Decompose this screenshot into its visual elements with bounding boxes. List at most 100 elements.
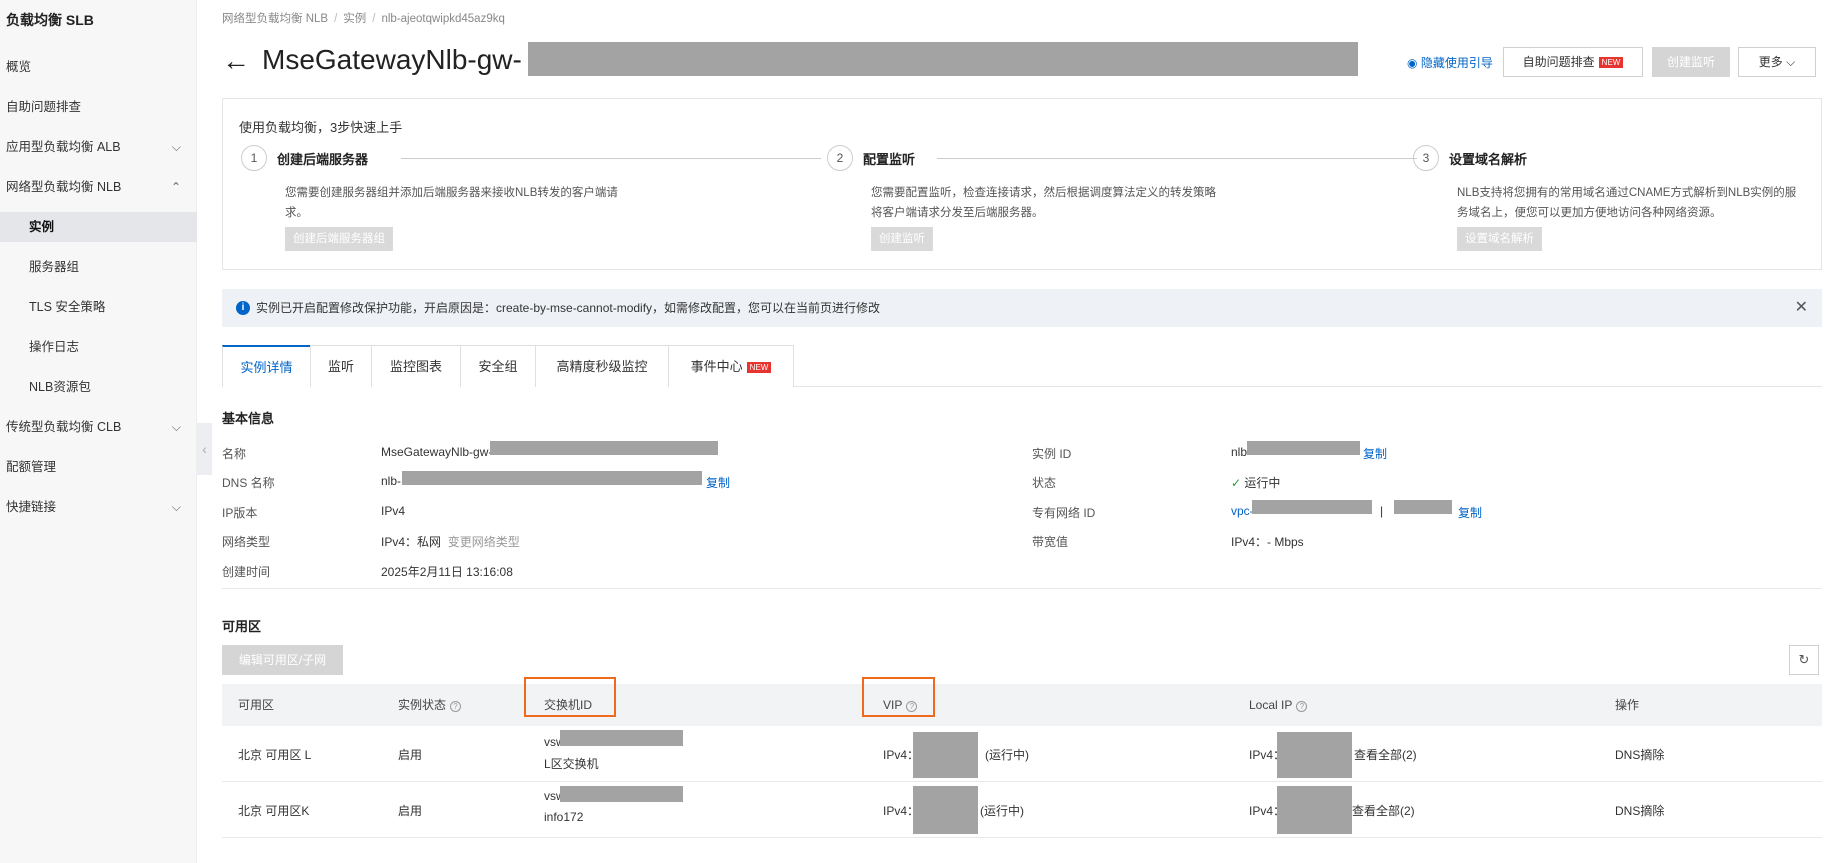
tab-label: 事件中心 (690, 359, 743, 374)
sidebar-item-server-groups[interactable]: 服务器组 (0, 252, 197, 282)
refresh-icon[interactable]: ↻ (1789, 645, 1819, 675)
chevron-down-icon: ⌵ (171, 500, 181, 514)
breadcrumb-instances[interactable]: 实例 (343, 13, 366, 25)
more-dropdown[interactable]: 更多 ⌵ (1738, 47, 1816, 77)
sidebar-item-label: 快捷链接 (6, 500, 57, 514)
zone-cell: 北京 可用区 L (238, 748, 312, 762)
change-network-type-link[interactable]: 变更网络类型 (448, 535, 520, 549)
divider (222, 588, 1822, 589)
eye-icon: ◉ (1407, 56, 1418, 70)
chevron-down-icon: ⌵ (1786, 55, 1796, 69)
view-all-local-ip-link[interactable]: 查看全部(2) (1352, 802, 1415, 819)
hide-guide-link[interactable]: ◉ 隐藏使用引导 (1407, 54, 1493, 71)
breadcrumb-nlb[interactable]: 网络型负载均衡 NLB (222, 13, 328, 25)
breadcrumb-current: nlb-ajeotqwipkd45az9kq (381, 13, 505, 25)
edit-zones-button[interactable]: 编辑可用区/子网 (222, 645, 343, 675)
column-header-zone: 可用区 (238, 698, 275, 712)
tab-high-precision-monitoring[interactable]: 高精度秒级监控 (535, 345, 669, 387)
tab-monitoring-charts[interactable]: 监控图表 (371, 345, 461, 387)
more-label: 更多 (1758, 55, 1783, 69)
view-all-local-ip-link[interactable]: 查看全部(2) (1354, 746, 1417, 763)
ip-version-value: IPv4 (381, 504, 406, 518)
tab-event-center[interactable]: 事件中心 NEW (668, 345, 794, 387)
copy-id-link[interactable]: 复制 (1363, 445, 1387, 462)
zone-cell: 北京 可用区K (238, 804, 310, 818)
network-type-label: 网络类型 (222, 535, 271, 549)
sidebar-item-operation-log[interactable]: 操作日志 (0, 332, 197, 362)
sidebar-collapse-handle[interactable]: ‹ (197, 423, 212, 475)
status-label: 状态 (1032, 476, 1057, 490)
created-value: 2025年2月11日 13:16:08 (381, 565, 513, 579)
vswitch-name: L区交换机 (544, 757, 599, 771)
sidebar: 负载均衡 SLB 概览 自助问题排查 应用型负载均衡 ALB ⌵ 网络型负载均衡 … (0, 0, 197, 863)
network-type-value: IPv4：私网 变更网络类型 (381, 533, 520, 550)
help-icon[interactable]: ? (1296, 701, 1308, 712)
sidebar-item-nlb-package[interactable]: NLB资源包 (0, 372, 197, 402)
main-content: 网络型负载均衡 NLB / 实例 / nlb-ajeotqwipkd45az9kq ← … (222, 0, 1822, 863)
guide-heading: 使用负载均衡，3步快速上手 (239, 120, 403, 135)
sidebar-item-shortcuts[interactable]: 快捷链接 ⌵ (0, 492, 197, 522)
sidebar-item-overview[interactable]: 概览 (0, 52, 197, 82)
back-arrow-icon[interactable]: ← (222, 42, 250, 80)
new-badge: NEW (746, 362, 772, 373)
notice-text: 实例已开启配置修改保护功能，开启原因是：create-by-mse-cannot… (256, 301, 881, 315)
redacted-block (1277, 786, 1352, 834)
highlight-box-vswitch (524, 677, 616, 717)
sidebar-item-nlb[interactable]: 网络型负载均衡 NLB ⌃ (0, 172, 197, 202)
vip-status: (运行中) (980, 804, 1024, 818)
column-header-label: Local IP (1249, 698, 1293, 712)
sidebar-item-label: 实例 (29, 220, 55, 234)
redacted-block (528, 42, 1358, 76)
dns-remove-action[interactable]: DNS摘除 (1615, 746, 1664, 763)
copy-dns-link[interactable]: 复制 (706, 474, 730, 491)
sidebar-item-label: 概览 (6, 60, 32, 74)
step-title: 创建后端服务器 (277, 149, 379, 168)
title-row: ← MseGatewayNlb-gw- ◉ 隐藏使用引导 自助问题排查 NEW 创… (222, 42, 1822, 84)
sidebar-item-clb[interactable]: 传统型负载均衡 CLB ⌵ (0, 412, 197, 442)
redacted-block (560, 786, 683, 802)
set-dns-button[interactable]: 设置域名解析 (1457, 227, 1542, 251)
dns-remove-action[interactable]: DNS摘除 (1615, 802, 1664, 819)
info-icon: i (236, 301, 250, 315)
sidebar-item-instances[interactable]: 实例 (0, 212, 197, 242)
status-text: 运行中 (1244, 476, 1281, 490)
create-listener-button[interactable]: 创建监听 (1652, 47, 1730, 77)
redacted-block (913, 732, 978, 778)
vpc-link[interactable]: vpc- (1231, 504, 1254, 518)
create-listener-guide-button[interactable]: 创建监听 (871, 227, 933, 251)
sidebar-item-label: 网络型负载均衡 NLB (6, 180, 122, 194)
name-value: MseGatewayNlb-gw- (381, 445, 493, 459)
sidebar-item-alb[interactable]: 应用型负载均衡 ALB ⌵ (0, 132, 197, 162)
close-icon[interactable]: ✕ (1795, 289, 1808, 327)
page-title: MseGatewayNlb-gw- (262, 44, 522, 75)
redacted-block (913, 786, 978, 834)
step-number: 1 (241, 145, 267, 171)
ip-version-label: IP版本 (222, 506, 258, 520)
sidebar-item-quota[interactable]: 配额管理 (0, 452, 197, 482)
chevron-down-icon: ⌵ (171, 140, 181, 154)
redacted-block (1277, 732, 1352, 778)
sidebar-title: 负载均衡 SLB (6, 12, 94, 28)
dns-value: nlb- (381, 474, 402, 488)
tab-instance-details[interactable]: 实例详情 (222, 345, 311, 387)
state-cell: 启用 (398, 804, 423, 818)
name-label: 名称 (222, 447, 247, 461)
highlight-box-vip (862, 677, 935, 717)
chevron-up-icon: ⌃ (170, 180, 181, 194)
network-type-text: IPv4：私网 (381, 535, 442, 549)
redacted-block (490, 441, 718, 455)
sidebar-item-label: NLB资源包 (29, 380, 91, 394)
tab-listeners[interactable]: 监听 (310, 345, 372, 387)
sidebar-item-tls-policy[interactable]: TLS 安全策略 (0, 292, 197, 322)
create-server-group-button[interactable]: 创建后端服务器组 (285, 227, 393, 251)
sidebar-item-self-check[interactable]: 自助问题排查 (0, 92, 197, 122)
status-value: ✓ 运行中 (1231, 474, 1280, 491)
self-check-label: 自助问题排查 (1522, 55, 1595, 69)
step-number: 3 (1413, 145, 1439, 171)
copy-vpc-link[interactable]: 复制 (1458, 504, 1482, 521)
self-check-button[interactable]: 自助问题排查 NEW (1503, 47, 1643, 77)
tab-security-groups[interactable]: 安全组 (460, 345, 536, 387)
help-icon[interactable]: ? (450, 701, 462, 712)
tab-bar: 实例详情 监听 监控图表 安全组 高精度秒级监控 事件中心 NEW (222, 345, 1822, 387)
column-header-label: 实例状态 (398, 698, 447, 712)
